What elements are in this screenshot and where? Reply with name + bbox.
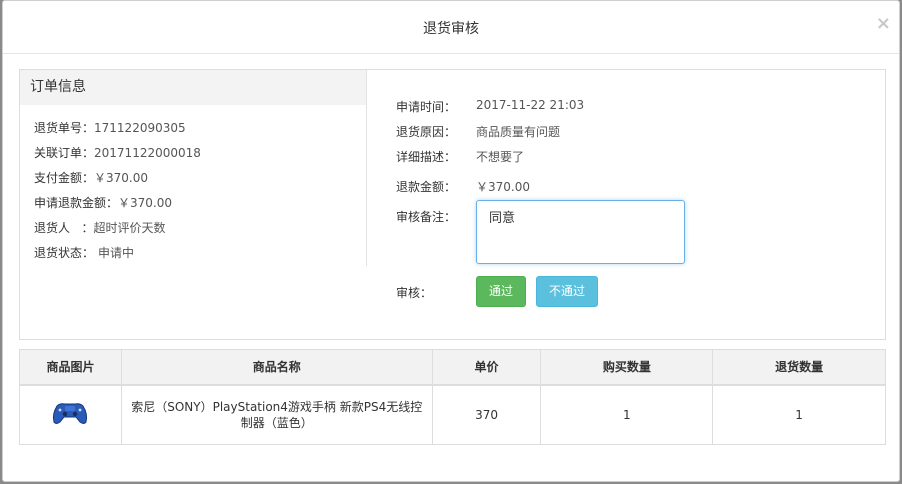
- return-review-modal: 退货审核 × 订单信息 退货单号：171122090305 关联订单：20171…: [2, 0, 900, 482]
- table-row: 索尼（SONY）PlayStation4游戏手柄 新款PS4无线控制器（蓝色） …: [19, 384, 886, 445]
- refund-value: ￥370.00: [476, 180, 530, 194]
- order-value: 申请中: [98, 246, 135, 260]
- order-label: 退货人 ：: [34, 221, 94, 235]
- reason-value: 商品质量有问题: [476, 125, 561, 139]
- order-value: ￥370.00: [118, 196, 173, 210]
- order-row-returner: 退货人 ：超时评价天数: [34, 219, 165, 236]
- header-image: 商品图片: [19, 349, 122, 386]
- order-value: ￥370.00: [94, 171, 149, 185]
- reject-button[interactable]: 不通过: [536, 276, 598, 307]
- order-label: 支付金额：: [34, 171, 95, 185]
- modal-header: 退货审核 ×: [3, 1, 899, 54]
- reason-label: 退货原因：: [396, 125, 457, 139]
- header-return-qty: 退货数量: [712, 349, 886, 386]
- order-info-panel: 订单信息 退货单号：171122090305 关联订单：201711220000…: [20, 70, 367, 266]
- header-price: 单价: [431, 349, 542, 386]
- order-row-related-order: 关联订单：20171122000018: [34, 144, 201, 161]
- goods-buy-qty: 1: [540, 384, 714, 445]
- order-info-heading: 订单信息: [20, 70, 366, 105]
- order-row-return-no: 退货单号：171122090305: [34, 119, 186, 136]
- modal-title: 退货审核: [423, 21, 479, 37]
- review-note-textarea[interactable]: 同意: [476, 200, 685, 264]
- goods-table: 商品图片 商品名称 单价 购买数量 退货数量 索尼（SONY）PlayStati…: [19, 349, 886, 445]
- order-label: 申请退款金额：: [34, 196, 119, 210]
- gamepad-icon[interactable]: [51, 400, 89, 426]
- goods-price: 370: [431, 384, 542, 445]
- order-label: 关联订单：: [34, 146, 95, 160]
- goods-image-cell: [19, 384, 122, 445]
- order-row-paid-amount: 支付金额：￥370.00: [34, 169, 148, 186]
- order-label: 退货单号：: [34, 121, 95, 135]
- refund-label: 退款金额：: [396, 180, 457, 194]
- order-row-refund-request: 申请退款金额：￥370.00: [34, 194, 172, 211]
- apply-time-label: 申请时间：: [396, 100, 457, 114]
- apply-time-value: 2017-11-22 21:03: [476, 98, 585, 112]
- header-name: 商品名称: [120, 349, 433, 386]
- detail-value: 不想要了: [476, 150, 525, 164]
- order-row-status: 退货状态： 申请中: [34, 244, 134, 261]
- note-label: 审核备注：: [396, 210, 457, 224]
- detail-label: 详细描述：: [396, 150, 457, 164]
- order-value: 20171122000018: [94, 146, 201, 160]
- goods-name-link[interactable]: 索尼（SONY）PlayStation4游戏手柄 新款PS4无线控制器（蓝色）: [120, 384, 433, 445]
- info-box: 订单信息 退货单号：171122090305 关联订单：201711220000…: [19, 69, 886, 340]
- header-buy-qty: 购买数量: [540, 349, 714, 386]
- audit-label: 审核：: [396, 286, 433, 300]
- approve-button[interactable]: 通过: [476, 276, 526, 307]
- close-icon[interactable]: ×: [876, 15, 891, 33]
- order-value: 超时评价天数: [93, 221, 166, 235]
- order-label: 退货状态：: [34, 246, 95, 260]
- order-value: 171122090305: [94, 121, 186, 135]
- goods-return-qty: 1: [712, 384, 886, 445]
- table-header-row: 商品图片 商品名称 单价 购买数量 退货数量: [19, 349, 886, 386]
